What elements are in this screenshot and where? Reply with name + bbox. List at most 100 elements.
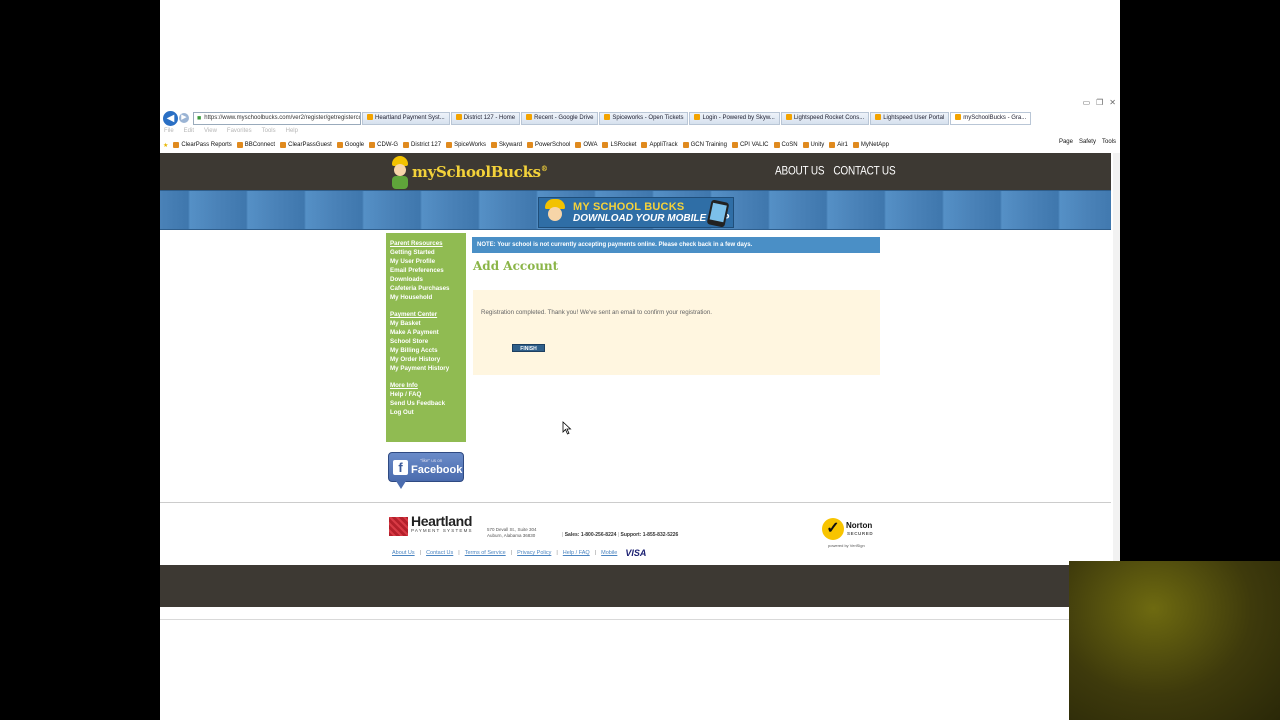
sidebar-item[interactable]: Downloads — [390, 275, 466, 284]
sidebar-section: More Info Help / FAQ Send Us Feedback Log O… — [390, 381, 466, 417]
menu-item[interactable]: Edit — [184, 128, 194, 134]
favicon-icon — [403, 142, 410, 148]
close-icon[interactable]: ✕ — [1109, 98, 1116, 107]
favorite-label: District 127 — [411, 142, 442, 148]
forward-arrow-icon[interactable]: ▶ — [179, 113, 189, 123]
tab-0[interactable]: Heartland Payment Syst... — [362, 111, 450, 125]
tab-6[interactable]: Lightspeed User Portal — [870, 111, 950, 125]
favorite-label: BBConnect — [244, 142, 276, 148]
sidebar-heading[interactable]: More Info — [390, 381, 466, 390]
nav-about-us[interactable]: ABOUT US — [775, 165, 825, 178]
norton-secured-badge[interactable]: ✓ Norton SECURED powered by VeriSign — [822, 516, 882, 550]
sidebar-section: Payment Center My Basket Make A Payment Sch… — [390, 310, 466, 373]
mascot-icon — [390, 155, 410, 189]
footer-link[interactable]: Help / FAQ — [563, 550, 590, 556]
footer-link[interactable]: Privacy Policy — [517, 550, 551, 556]
sidebar-item[interactable]: Help / FAQ — [390, 390, 466, 399]
banner: MY SCHOOL BUCKS DOWNLOAD YOUR MOBILE APP — [160, 190, 1111, 230]
favorite-link[interactable]: District 127 — [403, 142, 441, 148]
facebook-label: Facebook — [411, 464, 463, 476]
favorite-link[interactable]: MyNetApp — [852, 142, 889, 148]
nav-contact-us[interactable]: CONTACT US — [833, 165, 895, 178]
sidebar-item[interactable]: Log Out — [390, 408, 466, 417]
tab-3[interactable]: Spiceworks - Open Tickets — [599, 111, 689, 125]
sidebar-item[interactable]: Getting Started — [390, 248, 466, 257]
site-logo[interactable]: mySchoolBucks® — [390, 155, 548, 189]
command-item[interactable]: Page — [1059, 139, 1073, 145]
logo-text: mySchoolBucks — [412, 163, 541, 181]
back-arrow-icon[interactable]: ◀ — [163, 110, 178, 126]
favorite-link[interactable]: Skyward — [490, 142, 522, 148]
favorites-bar: ★ ClearPass Reports BBConnect ClearPassGues… — [160, 139, 1120, 151]
favicon-icon — [785, 113, 792, 120]
menu-item[interactable]: Help — [286, 128, 298, 134]
favorite-link[interactable]: Air1 — [829, 142, 848, 148]
tab-1[interactable]: District 127 - Home — [450, 111, 521, 125]
footer-link[interactable]: Terms of Service — [465, 550, 506, 556]
restore-icon[interactable]: ❐ — [1096, 98, 1103, 107]
favorite-link[interactable]: CDW-G — [369, 142, 398, 148]
ad-line-2: DOWNLOAD YOUR MOBILE APP — [573, 212, 730, 224]
sidebar: Parent Resources Getting Started My User P… — [386, 233, 466, 442]
sidebar-item[interactable]: Send Us Feedback — [390, 399, 466, 408]
favorite-link[interactable]: LSRocket — [602, 142, 636, 148]
favorite-link[interactable]: AppliTrack — [641, 142, 678, 148]
favorite-label: CDW-G — [377, 142, 399, 148]
tab-5[interactable]: Lightspeed Rocket Cons... — [780, 111, 870, 125]
minimize-icon[interactable]: ▭ — [1083, 98, 1091, 107]
sidebar-item[interactable]: My Basket — [390, 319, 466, 328]
sidebar-item[interactable]: Make A Payment — [390, 328, 466, 337]
favorite-link[interactable]: PowerSchool — [526, 142, 570, 148]
sidebar-heading[interactable]: Payment Center — [390, 310, 466, 319]
favorite-link[interactable]: Google — [336, 142, 364, 148]
favicon-icon — [602, 142, 609, 148]
sidebar-heading[interactable]: Parent Resources — [390, 239, 466, 248]
menu-item[interactable]: Tools — [262, 128, 276, 134]
favorite-link[interactable]: Unity — [802, 142, 824, 148]
sidebar-item[interactable]: My User Profile — [390, 257, 466, 266]
menu-item[interactable]: Favorites — [227, 128, 252, 134]
favorites-star-icon[interactable]: ★ — [163, 142, 168, 149]
footer-link[interactable]: About Us — [392, 550, 415, 556]
sidebar-item[interactable]: Email Preferences — [390, 266, 466, 275]
tab-7[interactable]: mySchoolBucks - Gra... — [950, 111, 1032, 125]
sidebar-item[interactable]: School Store — [390, 337, 466, 346]
facebook-like-button[interactable]: f "like" us on Facebook — [388, 452, 464, 490]
favorite-link[interactable]: CoSN — [773, 142, 798, 148]
command-item[interactable]: Safety — [1079, 139, 1096, 145]
sidebar-item[interactable]: My Payment History — [390, 364, 466, 373]
menu-item[interactable]: File — [164, 128, 174, 134]
favorite-link[interactable]: SpiceWorks — [446, 142, 486, 148]
sidebar-item[interactable]: My Household — [390, 293, 466, 302]
favorite-link[interactable]: BBConnect — [236, 142, 276, 148]
mobile-app-ad[interactable]: MY SCHOOL BUCKS DOWNLOAD YOUR MOBILE APP — [538, 197, 734, 228]
command-item[interactable]: Tools — [1102, 139, 1116, 145]
page-title: Add Account — [473, 259, 559, 273]
sidebar-item[interactable]: Cafeteria Purchases — [390, 284, 466, 293]
heartland-mark-icon — [389, 516, 408, 536]
menu-item[interactable]: View — [204, 128, 217, 134]
tab-2[interactable]: Recent - Google Drive — [521, 111, 599, 125]
finish-button[interactable]: FINISH — [512, 344, 545, 352]
footer-links: About Us | Contact Us | Terms of Service | Pri… — [392, 548, 646, 558]
tab-4[interactable]: Login - Powered by Skyw... — [689, 111, 780, 125]
footer-link[interactable]: Contact Us — [426, 550, 453, 556]
sidebar-item[interactable]: My Order History — [390, 355, 466, 364]
favorite-label: SpiceWorks — [454, 142, 486, 148]
favorite-label: ClearPassGuest — [288, 142, 332, 148]
sidebar-item[interactable]: My Billing Accts — [390, 346, 466, 355]
favorite-link[interactable]: GCN Training — [682, 142, 727, 148]
favorite-link[interactable]: CPI VALIC — [731, 142, 769, 148]
favicon-icon — [641, 142, 648, 148]
favorite-label: MyNetApp — [860, 142, 889, 148]
footer-link[interactable]: Mobile — [601, 550, 617, 556]
address-bar[interactable]: ■ https://www.myschoolbucks.com/ver2/reg… — [193, 111, 361, 125]
footer-divider — [160, 502, 1111, 503]
address-line-2: Auburn, Alabama 36830 — [487, 533, 536, 538]
favorite-link[interactable]: OWA — [575, 142, 597, 148]
favicon-icon — [455, 113, 462, 120]
favorite-link[interactable]: ClearPass Reports — [173, 142, 232, 148]
favorite-link[interactable]: ClearPassGuest — [280, 142, 332, 148]
scrollbar[interactable] — [1113, 153, 1120, 607]
browser-window: ▭ ❐ ✕ ◀ ▶ ■ https://www.myschoolbucks.co… — [160, 0, 1120, 720]
